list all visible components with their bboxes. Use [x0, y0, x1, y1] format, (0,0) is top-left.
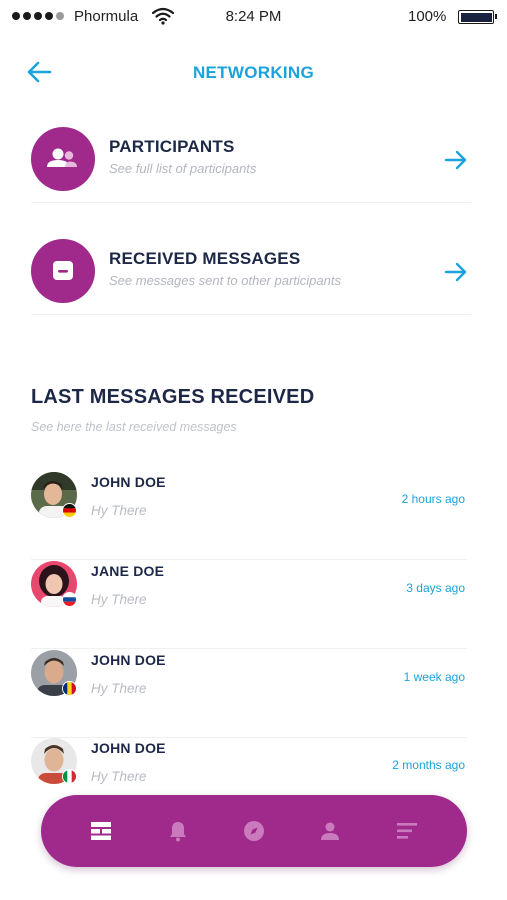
message-preview: Hy There: [91, 503, 147, 518]
received-messages-menu-item[interactable]: RECEIVED MESSAGES See messages sent to o…: [31, 227, 471, 315]
bottom-navigation: [41, 795, 467, 867]
message-row[interactable]: JOHN DOE Hy There 1 week ago: [31, 650, 467, 738]
avatar: [31, 650, 77, 696]
menu-icon: [396, 823, 417, 839]
message-preview: Hy There: [91, 681, 147, 696]
avatar: [31, 561, 77, 607]
section-subtitle: See here the last received messages: [31, 420, 237, 434]
message-preview: Hy There: [91, 769, 147, 784]
nav-explore[interactable]: [230, 807, 278, 855]
message-preview: Hy There: [91, 592, 147, 607]
sender-name: JOHN DOE: [91, 474, 166, 490]
message-row[interactable]: JOHN DOE Hy There 2 hours ago: [31, 472, 467, 560]
avatar: [31, 738, 77, 784]
battery-icon: [458, 10, 497, 24]
arrow-right-icon[interactable]: [444, 261, 468, 283]
message-row[interactable]: JANE DOE Hy There 3 days ago: [31, 561, 467, 649]
romania-flag-icon: [62, 681, 77, 696]
participants-icon-circle: [31, 127, 95, 191]
received-messages-icon-circle: [31, 239, 95, 303]
battery-percentage: 100%: [408, 8, 447, 25]
message-time: 2 hours ago: [401, 492, 465, 506]
nav-notifications[interactable]: [154, 807, 202, 855]
message-icon: [53, 261, 73, 280]
dashboard-icon: [91, 822, 112, 840]
slovakia-flag-icon: [62, 592, 77, 607]
avatar: [31, 472, 77, 518]
participants-menu-item[interactable]: PARTICIPANTS See full list of participan…: [31, 115, 471, 203]
germany-flag-icon: [62, 503, 77, 518]
compass-icon: [243, 821, 264, 841]
status-bar: Phormula 8:24 PM 100%: [0, 0, 507, 34]
message-time: 3 days ago: [406, 581, 465, 595]
message-time: 1 week ago: [403, 670, 465, 684]
sender-name: JANE DOE: [91, 563, 165, 579]
sender-name: JOHN DOE: [91, 652, 166, 668]
message-time: 2 months ago: [392, 758, 465, 772]
page-title: NETWORKING: [192, 63, 315, 82]
nav-profile[interactable]: [306, 807, 354, 855]
section-title: LAST MESSAGES RECEIVED: [31, 386, 315, 408]
received-messages-subtitle: See messages sent to other participants: [109, 273, 341, 288]
participants-title: PARTICIPANTS: [109, 137, 235, 156]
sender-name: JOHN DOE: [91, 740, 166, 756]
italy-flag-icon: [62, 769, 77, 784]
received-messages-title: RECEIVED MESSAGES: [109, 249, 301, 268]
nav-menu[interactable]: [383, 807, 431, 855]
arrow-right-icon[interactable]: [444, 149, 468, 171]
nav-dashboard[interactable]: [77, 807, 125, 855]
participants-subtitle: See full list of participants: [109, 161, 257, 176]
bell-icon: [169, 822, 186, 842]
people-icon: [47, 148, 77, 167]
user-icon: [321, 822, 340, 840]
